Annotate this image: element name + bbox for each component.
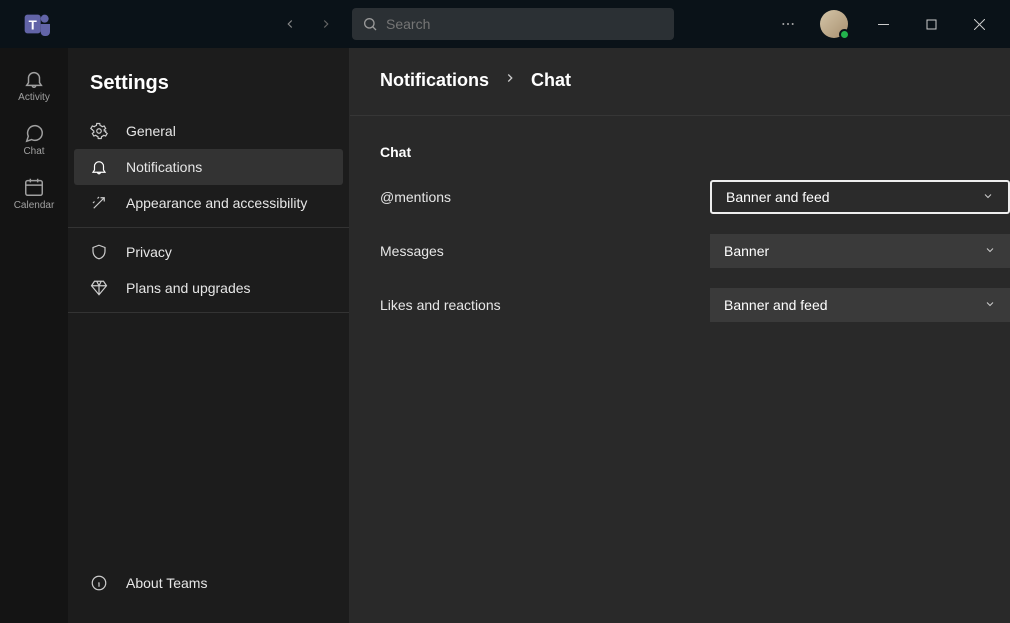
bell-icon [90,158,108,176]
diamond-icon [90,279,108,297]
dropdown-value: Banner and feed [724,297,828,313]
settings-item-label: Privacy [126,244,172,260]
breadcrumb-parent[interactable]: Notifications [380,70,489,91]
svg-text:T: T [29,17,37,32]
dropdown-likes[interactable]: Banner and feed [710,288,1010,322]
window-minimize-button[interactable] [860,4,906,44]
calendar-icon [23,176,45,198]
settings-item-label: Notifications [126,159,202,175]
option-label: @mentions [380,189,710,205]
breadcrumb-current: Chat [531,70,571,91]
settings-item-label: Appearance and accessibility [126,195,307,211]
option-row-messages: Messages Banner [350,224,1010,278]
teams-app-icon: T [22,8,54,40]
breadcrumb: Notifications Chat [350,48,1010,116]
presence-badge [839,29,850,40]
window-maximize-button[interactable] [908,4,954,44]
info-icon [90,574,108,592]
settings-item-label: Plans and upgrades [126,280,251,296]
rail-label: Calendar [14,200,55,211]
settings-item-appearance[interactable]: Appearance and accessibility [68,185,349,221]
settings-item-label: About Teams [126,575,207,591]
gear-icon [90,122,108,140]
rail-label: Chat [23,146,44,157]
settings-divider [68,312,349,313]
nav-arrows [274,8,342,40]
chevron-down-icon [982,189,994,205]
settings-item-privacy[interactable]: Privacy [68,234,349,270]
app-rail: Activity Chat Calendar [0,48,68,623]
titlebar-right [768,4,1002,44]
settings-divider [68,227,349,228]
settings-title: Settings [68,68,349,113]
shield-icon [90,243,108,261]
chat-icon [23,122,45,144]
ellipsis-icon [780,16,796,32]
forward-button[interactable] [310,8,342,40]
search-box[interactable] [352,8,674,40]
rail-calendar[interactable]: Calendar [4,166,64,220]
bell-icon [23,68,45,90]
avatar[interactable] [820,10,848,38]
settings-item-notifications[interactable]: Notifications [74,149,343,185]
option-row-likes: Likes and reactions Banner and feed [350,278,1010,332]
back-button[interactable] [274,8,306,40]
dropdown-value: Banner [724,243,769,259]
magic-wand-icon [90,194,108,212]
search-icon [362,16,378,32]
chevron-down-icon [984,297,996,313]
option-row-mentions: @mentions Banner and feed [350,170,1010,224]
dropdown-mentions[interactable]: Banner and feed [710,180,1010,214]
dropdown-value: Banner and feed [726,189,830,205]
more-options-button[interactable] [768,4,808,44]
settings-item-plans[interactable]: Plans and upgrades [68,270,349,306]
option-label: Messages [380,243,710,259]
search-input[interactable] [386,16,664,32]
chevron-right-icon [503,71,517,90]
content-pane: Notifications Chat Chat @mentions Banner… [350,48,1010,623]
window-close-button[interactable] [956,4,1002,44]
settings-item-label: General [126,123,176,139]
settings-item-general[interactable]: General [68,113,349,149]
rail-chat[interactable]: Chat [4,112,64,166]
section-title: Chat [350,116,1010,170]
rail-activity[interactable]: Activity [4,58,64,112]
settings-panel: Settings General Notifications Appearanc… [68,48,350,623]
chevron-down-icon [984,243,996,259]
dropdown-messages[interactable]: Banner [710,234,1010,268]
title-bar: T [0,0,1010,48]
option-label: Likes and reactions [380,297,710,313]
rail-label: Activity [18,92,50,103]
settings-item-about[interactable]: About Teams [68,565,349,601]
